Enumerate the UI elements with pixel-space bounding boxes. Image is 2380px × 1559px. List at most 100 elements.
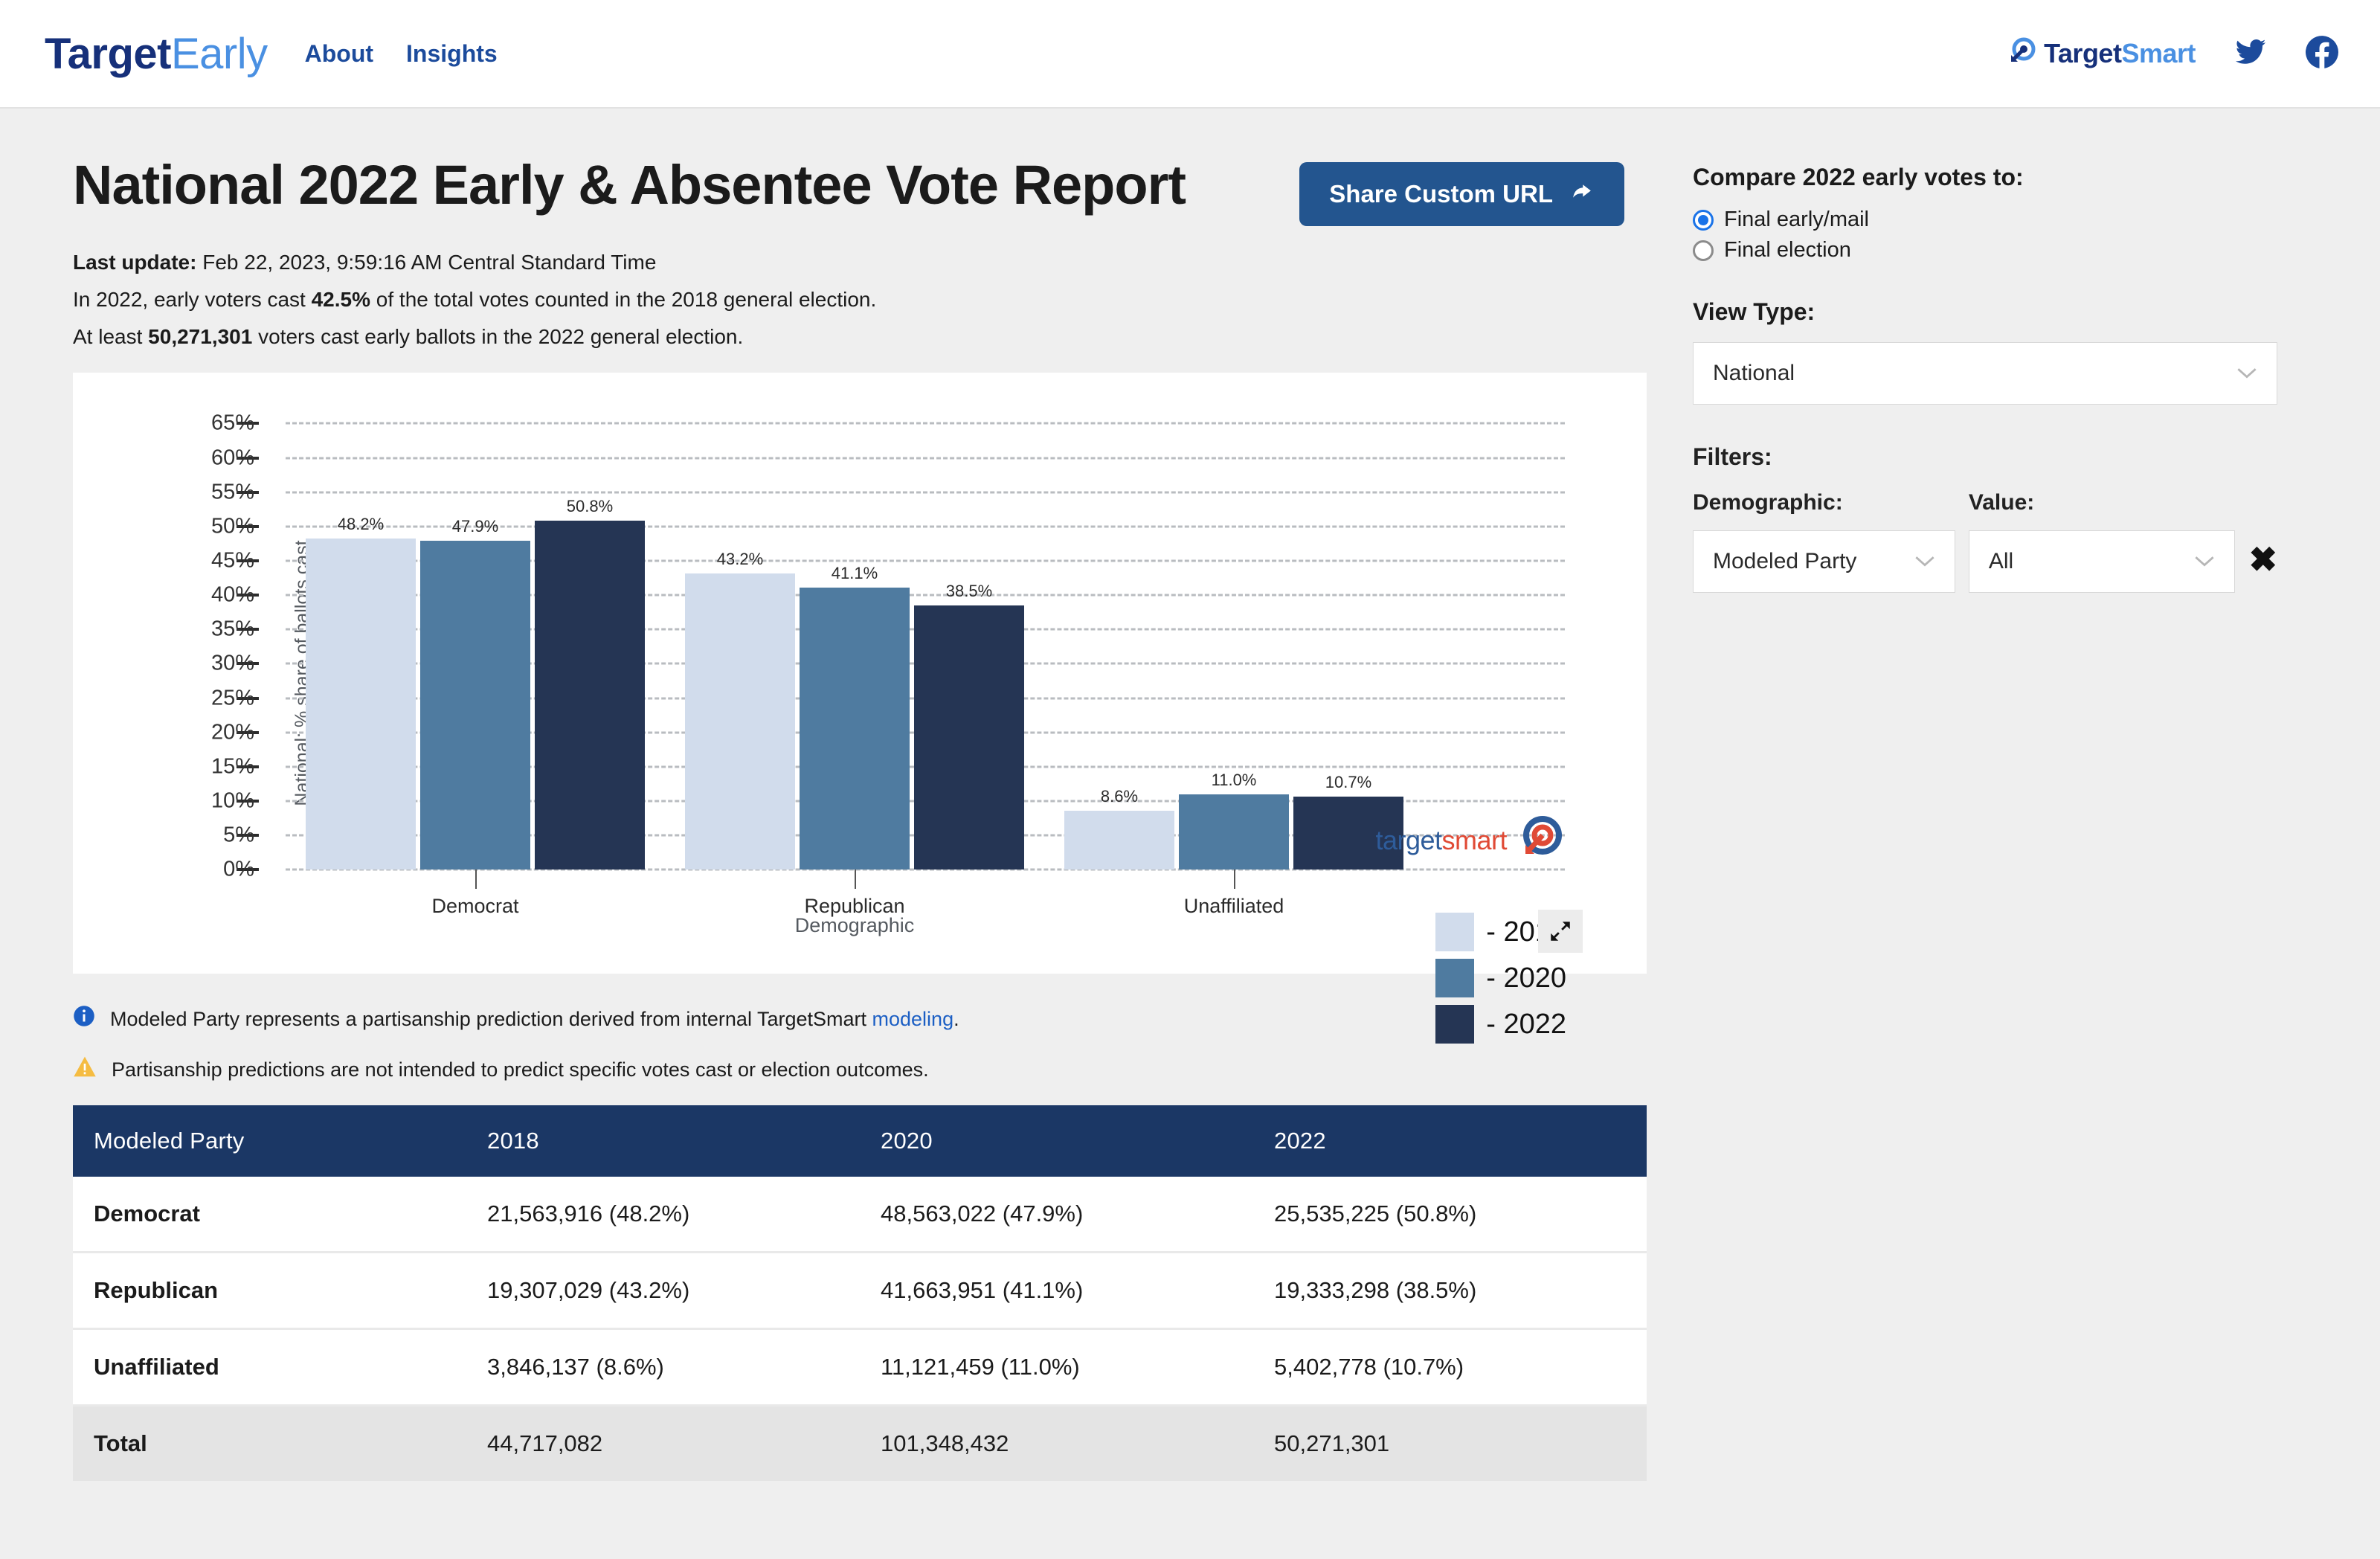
chevron-down-icon bbox=[2194, 549, 2215, 574]
y-axis-tick-label: 5% bbox=[223, 823, 254, 847]
col-header-2020: 2020 bbox=[860, 1105, 1253, 1177]
site-logo[interactable]: TargetEarly bbox=[45, 29, 268, 79]
filter-value-group: Value: All bbox=[1968, 490, 2236, 593]
y-axis-tick-label: 15% bbox=[210, 754, 254, 779]
share-arrow-icon bbox=[1569, 180, 1595, 208]
targetsmart-logo[interactable]: TargetSmart bbox=[2005, 36, 2196, 72]
cell-party: Republican bbox=[73, 1252, 466, 1331]
table-row: Unaffiliated 3,846,137 (8.6%) 11,121,459… bbox=[73, 1328, 1647, 1407]
info-icon bbox=[73, 1005, 95, 1031]
watermark-text: targetsmart bbox=[1375, 824, 1507, 855]
radio-button-icon[interactable] bbox=[1693, 240, 1714, 261]
legend-label: - 2022 bbox=[1486, 1008, 1566, 1040]
table-row-total: Total 44,717,082 101,348,432 50,271,301 bbox=[73, 1405, 1647, 1482]
cell-2018: 21,563,916 (48.2%) bbox=[466, 1177, 860, 1254]
twitter-icon[interactable] bbox=[2234, 36, 2267, 72]
nav-link-insights[interactable]: Insights bbox=[406, 40, 498, 68]
modeling-link[interactable]: modeling bbox=[872, 1008, 954, 1030]
controls-panel: Compare 2022 early votes to: Final early… bbox=[1667, 147, 2277, 1481]
last-update-line: Last update: Feb 22, 2023, 9:59:16 AM Ce… bbox=[73, 248, 1667, 277]
bar-value-label: 48.2% bbox=[337, 515, 385, 534]
table-row: Republican 19,307,029 (43.2%) 41,663,951… bbox=[73, 1252, 1647, 1331]
filter-demographic-group: Demographic: Modeled Party bbox=[1693, 490, 1955, 593]
cell-2020: 41,663,951 (41.1%) bbox=[860, 1252, 1253, 1331]
view-type-select[interactable]: National bbox=[1693, 342, 2277, 405]
summary1-prefix: In 2022, early voters cast bbox=[73, 287, 312, 311]
note-info-prefix: Modeled Party represents a partisanship … bbox=[110, 1008, 872, 1031]
radio-label-final-election: Final election bbox=[1724, 238, 1851, 262]
targetsmart-target-icon bbox=[1517, 815, 1563, 865]
legend-swatch-icon bbox=[1435, 959, 1475, 998]
note-warning-text: Partisanship predictions are not intende… bbox=[112, 1058, 929, 1081]
demographic-label: Demographic: bbox=[1693, 490, 1843, 515]
y-axis-tick-label: 60% bbox=[210, 446, 254, 470]
bar-value-label: 38.5% bbox=[945, 582, 993, 601]
bar-republican-2018[interactable]: 43.2% bbox=[685, 550, 795, 870]
y-axis-tick-label: 50% bbox=[210, 514, 254, 539]
top-navigation-bar: TargetEarly About Insights TargetSmart bbox=[0, 0, 2380, 109]
table-header-row: Modeled Party 2018 2020 2022 bbox=[73, 1105, 1647, 1177]
radio-final-election[interactable]: Final election bbox=[1693, 238, 2277, 263]
legend-item-2020[interactable]: - 2020 bbox=[1435, 959, 1566, 998]
main-content-column: National 2022 Early & Absentee Vote Repo… bbox=[46, 147, 1667, 1482]
warning-icon bbox=[73, 1055, 97, 1081]
legend-swatch-icon bbox=[1435, 913, 1475, 952]
view-type-value: National bbox=[1713, 361, 1795, 385]
cell-2018: 3,846,137 (8.6%) bbox=[466, 1328, 860, 1407]
summary2-count: 50,271,301 bbox=[148, 324, 253, 348]
cell-party: Unaffiliated bbox=[73, 1328, 466, 1407]
expand-icon[interactable] bbox=[1538, 910, 1583, 954]
bar-unaffiliated-2020[interactable]: 11.0% Unaffiliated bbox=[1179, 771, 1289, 917]
notes-section: Modeled Party represents a partisanship … bbox=[73, 1005, 1667, 1081]
radio-final-early-mail[interactable]: Final early/mail bbox=[1693, 208, 2277, 232]
bar-value-label: 50.8% bbox=[566, 497, 614, 516]
report-metadata: Last update: Feb 22, 2023, 9:59:16 AM Ce… bbox=[73, 248, 1667, 350]
bar-value-label: 8.6% bbox=[1100, 787, 1139, 806]
bar-republican-2022[interactable]: 38.5% bbox=[914, 582, 1024, 870]
cell-2022: 19,333,298 (38.5%) bbox=[1253, 1252, 1647, 1331]
targetsmart-mark-icon bbox=[2005, 36, 2038, 72]
radio-label-final-early-mail: Final early/mail bbox=[1724, 208, 1869, 231]
summary2-prefix: At least bbox=[73, 324, 149, 348]
cell-total-2022: 50,271,301 bbox=[1253, 1405, 1647, 1482]
x-axis-tick-mark bbox=[475, 869, 477, 890]
x-axis-tick-mark bbox=[1234, 869, 1235, 890]
cell-2022: 5,402,778 (10.7%) bbox=[1253, 1328, 1647, 1407]
value-select[interactable]: All bbox=[1968, 530, 2236, 593]
bar-unaffiliated-2018[interactable]: 8.6% bbox=[1064, 787, 1174, 870]
logo-text-early: Early bbox=[170, 29, 268, 78]
bar-group-unaffiliated: 8.6% 11.0% Unaffiliated 10.7% bbox=[1044, 423, 1424, 917]
bar-democrat-2022[interactable]: 50.8% bbox=[535, 497, 645, 870]
bar-republican-2020[interactable]: 41.1% Republican bbox=[800, 564, 910, 917]
cell-2020: 11,121,459 (11.0%) bbox=[860, 1328, 1253, 1407]
share-button-label: Share Custom URL bbox=[1329, 180, 1553, 208]
value-label: Value: bbox=[1968, 490, 2035, 515]
nav-links: About Insights bbox=[305, 40, 498, 68]
view-type-heading: View Type: bbox=[1693, 298, 1815, 325]
nav-link-about[interactable]: About bbox=[305, 40, 373, 68]
title-row: National 2022 Early & Absentee Vote Repo… bbox=[46, 147, 1667, 226]
bar-democrat-2020[interactable]: 47.9% Democrat bbox=[420, 517, 530, 917]
x-axis-tick-mark bbox=[855, 869, 856, 890]
legend-item-2022[interactable]: - 2022 bbox=[1435, 1005, 1566, 1044]
radio-button-icon-selected[interactable] bbox=[1693, 209, 1714, 231]
chevron-down-icon bbox=[2236, 361, 2257, 386]
page-body: National 2022 Early & Absentee Vote Repo… bbox=[0, 109, 2380, 1482]
note-info-text: Modeled Party represents a partisanship … bbox=[110, 1005, 959, 1031]
y-axis-tick-label: 25% bbox=[210, 686, 254, 710]
demographic-select[interactable]: Modeled Party bbox=[1693, 530, 1955, 593]
col-header-2022: 2022 bbox=[1253, 1105, 1647, 1177]
facebook-icon[interactable] bbox=[2306, 35, 2338, 72]
remove-filter-close-icon[interactable]: ✖ bbox=[2248, 539, 2277, 593]
chart-plot-area: 0% 5% 10% 15% 20% 25% 30% 35% 40% 45% 50% 55% 60% 65%… bbox=[211, 411, 1565, 917]
y-axis-tick-label: 65% bbox=[210, 411, 254, 435]
bar-democrat-2018[interactable]: 48.2% bbox=[306, 515, 416, 870]
note-warning: Partisanship predictions are not intende… bbox=[73, 1055, 1667, 1081]
nav-right-group: TargetSmart bbox=[2005, 35, 2338, 72]
cell-2022: 25,535,225 (50.8%) bbox=[1253, 1177, 1647, 1254]
share-custom-url-button[interactable]: Share Custom URL bbox=[1299, 162, 1624, 226]
bar-value-label: 10.7% bbox=[1325, 772, 1372, 791]
demographic-value: Modeled Party bbox=[1713, 549, 1857, 573]
compare-heading: Compare 2022 early votes to: bbox=[1693, 164, 2024, 190]
chart-watermark: targetsmart bbox=[1375, 815, 1563, 865]
